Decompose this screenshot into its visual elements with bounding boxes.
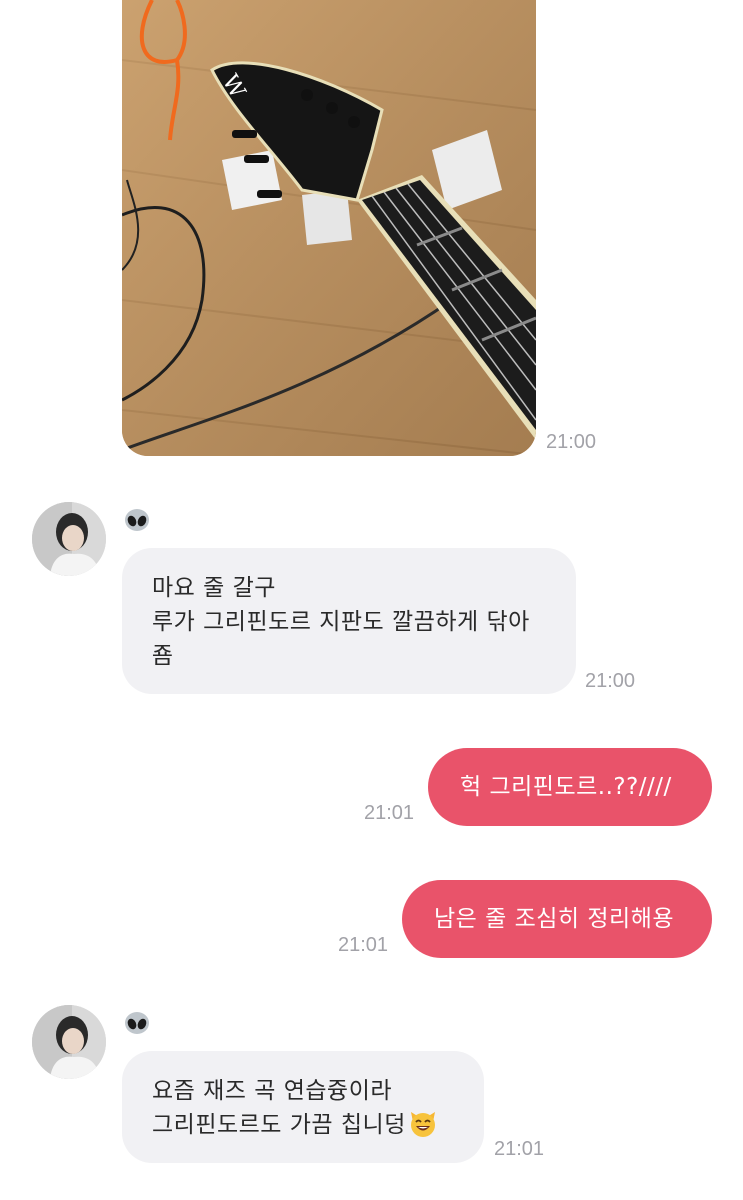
outgoing-message-bubble[interactable]: 헉 그리핀도르..??////	[428, 748, 712, 826]
incoming-message-bubble[interactable]: 마요 줄 갈구 루가 그리핀도르 지판도 깔끔하게 닦아 죰	[122, 548, 576, 694]
avatar-image	[32, 1005, 106, 1079]
smiling-cat-emoji-icon	[408, 1108, 438, 1138]
alien-emoji-icon	[124, 1011, 150, 1035]
guitar-photo-image: W	[122, 0, 536, 456]
timestamp: 21:00	[546, 431, 597, 453]
message-text: 남은 줄 조심히 정리해용	[434, 906, 675, 932]
incoming-message-bubble[interactable]: 요즘 재즈 곡 연습즁이라 그리핀도르도 가끔 칩니덩	[122, 1051, 484, 1163]
timestamp: 21:01	[364, 802, 415, 824]
message-text: 헉 그리핀도르..??////	[460, 774, 672, 800]
timestamp: 21:00	[585, 670, 636, 692]
message-line: 요즘 재즈 곡 연습즁이라	[152, 1078, 393, 1104]
message-line: 그리핀도르도 가끔 칩니덩	[152, 1112, 406, 1138]
avatar-image	[32, 502, 106, 576]
avatar[interactable]	[32, 502, 106, 576]
avatar[interactable]	[32, 1005, 106, 1079]
message-line: 마요 줄 갈구	[152, 575, 276, 601]
message-line-with-emoji: 그리핀도르도 가끔 칩니덩	[152, 1108, 454, 1142]
timestamp: 21:01	[338, 934, 389, 956]
message-line: 죰	[152, 643, 174, 669]
alien-emoji-icon	[124, 508, 150, 532]
timestamp: 21:01	[494, 1138, 545, 1160]
guitar-photo[interactable]: W	[122, 0, 536, 456]
message-line: 루가 그리핀도르 지판도 깔끔하게 닦아	[152, 609, 530, 635]
outgoing-message-bubble[interactable]: 남은 줄 조심히 정리해용	[402, 880, 712, 958]
